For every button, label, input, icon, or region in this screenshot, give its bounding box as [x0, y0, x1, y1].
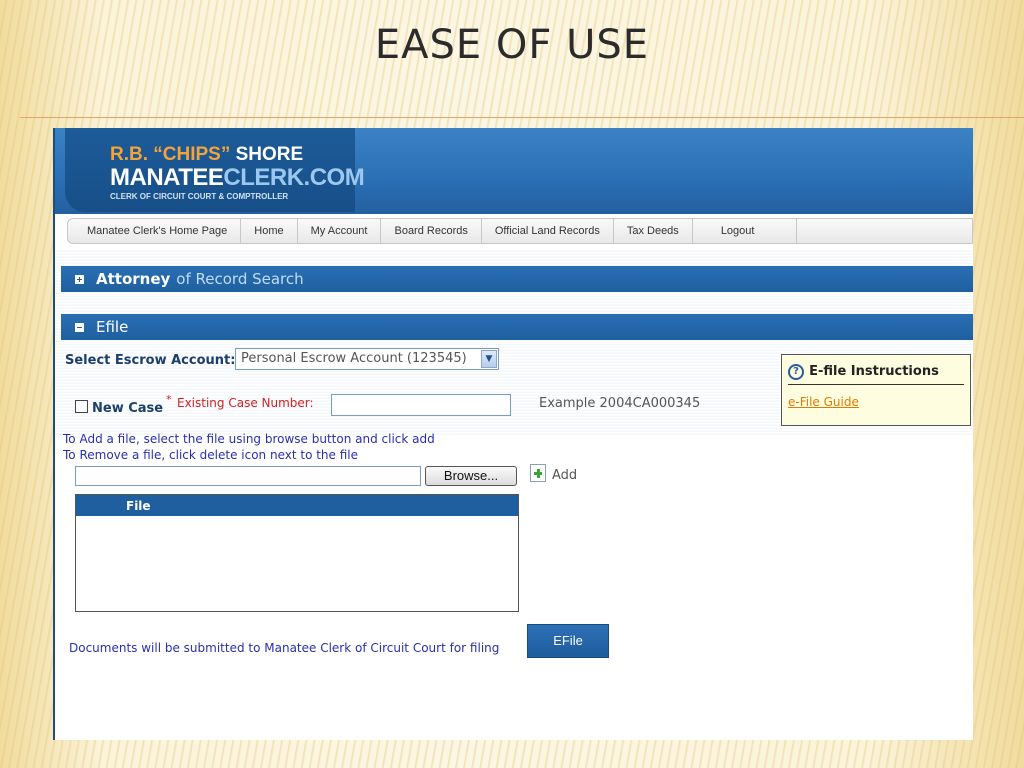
logo-tagline: CLERK OF CIRCUIT COURT & COMPTROLLER	[110, 192, 289, 201]
attorney-rest: of Record Search	[176, 270, 304, 288]
escrow-selected-value: Personal Escrow Account (123545)	[241, 351, 467, 366]
escrow-account-select[interactable]: Personal Escrow Account (123545) ▼	[235, 348, 499, 370]
file-column-header: File	[76, 495, 518, 517]
case-number-input[interactable]	[331, 394, 511, 416]
efile-submit-button[interactable]: EFile	[527, 624, 609, 658]
logo-name: R.B. “CHIPS”	[110, 144, 231, 165]
file-table: File	[75, 494, 519, 612]
nav-my-account[interactable]: My Account	[298, 219, 382, 243]
escrow-label: Select Escrow Account:	[65, 353, 236, 368]
logo-site-name[interactable]: MANATEECLERK.COM	[110, 164, 365, 192]
efile-guide-link[interactable]: e-File Guide	[788, 395, 859, 409]
instructions-title: E-file Instructions	[809, 364, 939, 379]
logo-surname: SHORE	[230, 144, 304, 165]
title-divider	[20, 117, 1024, 118]
new-case-label: New Case	[92, 401, 164, 416]
new-case-checkbox[interactable]	[75, 400, 88, 413]
efile-instructions-panel: ? E-file Instructions e-File Guide	[781, 354, 971, 426]
nav-logout[interactable]: Logout	[693, 219, 798, 243]
add-link[interactable]: Add	[552, 468, 577, 483]
browse-button[interactable]: Browse...	[425, 466, 517, 486]
nav-clerks-home[interactable]: Manatee Clerk's Home Page	[74, 219, 242, 243]
required-mark: *	[166, 393, 172, 406]
efile-title: Efile	[96, 318, 129, 336]
attorney-bold: Attorney	[96, 270, 171, 288]
main-nav: Manatee Clerk's Home Page Home My Accoun…	[67, 218, 973, 244]
case-number-example: Example 2004CA000345	[539, 396, 701, 411]
nav-official-land-records[interactable]: Official Land Records	[482, 219, 614, 243]
help-icon: ?	[788, 363, 804, 380]
web-screenshot: R.B. “CHIPS” SHORE MANATEECLERK.COM CLER…	[53, 128, 973, 740]
case-number-label: Existing Case Number:	[177, 396, 314, 410]
collapse-minus-icon[interactable]	[75, 322, 84, 332]
attorney-search-header[interactable]: Attorney of Record Search	[61, 266, 973, 292]
logo-clerk-com: CLERK.COM	[223, 164, 365, 191]
instructions-divider	[788, 384, 964, 385]
logo-manatee: MANATEE	[110, 164, 224, 191]
file-path-input[interactable]	[75, 466, 421, 486]
slide-title: EASE OF USE	[374, 22, 650, 68]
nav-home[interactable]: Home	[241, 219, 298, 243]
site-banner: R.B. “CHIPS” SHORE MANATEECLERK.COM CLER…	[55, 128, 973, 214]
submit-note: Documents will be submitted to Manatee C…	[69, 641, 500, 655]
nav-board-records[interactable]: Board Records	[381, 219, 482, 243]
efile-header[interactable]: Efile	[61, 314, 973, 340]
expand-plus-icon[interactable]	[75, 274, 84, 284]
add-file-icon[interactable]	[530, 464, 546, 482]
remove-file-instructions: To Remove a file, click delete icon next…	[63, 448, 359, 462]
nav-tax-deeds[interactable]: Tax Deeds	[614, 219, 693, 243]
add-file-instructions: To Add a file, select the file using bro…	[63, 432, 435, 446]
dropdown-arrow-icon[interactable]: ▼	[481, 350, 497, 368]
logo-line1: R.B. “CHIPS” SHORE	[110, 144, 303, 166]
